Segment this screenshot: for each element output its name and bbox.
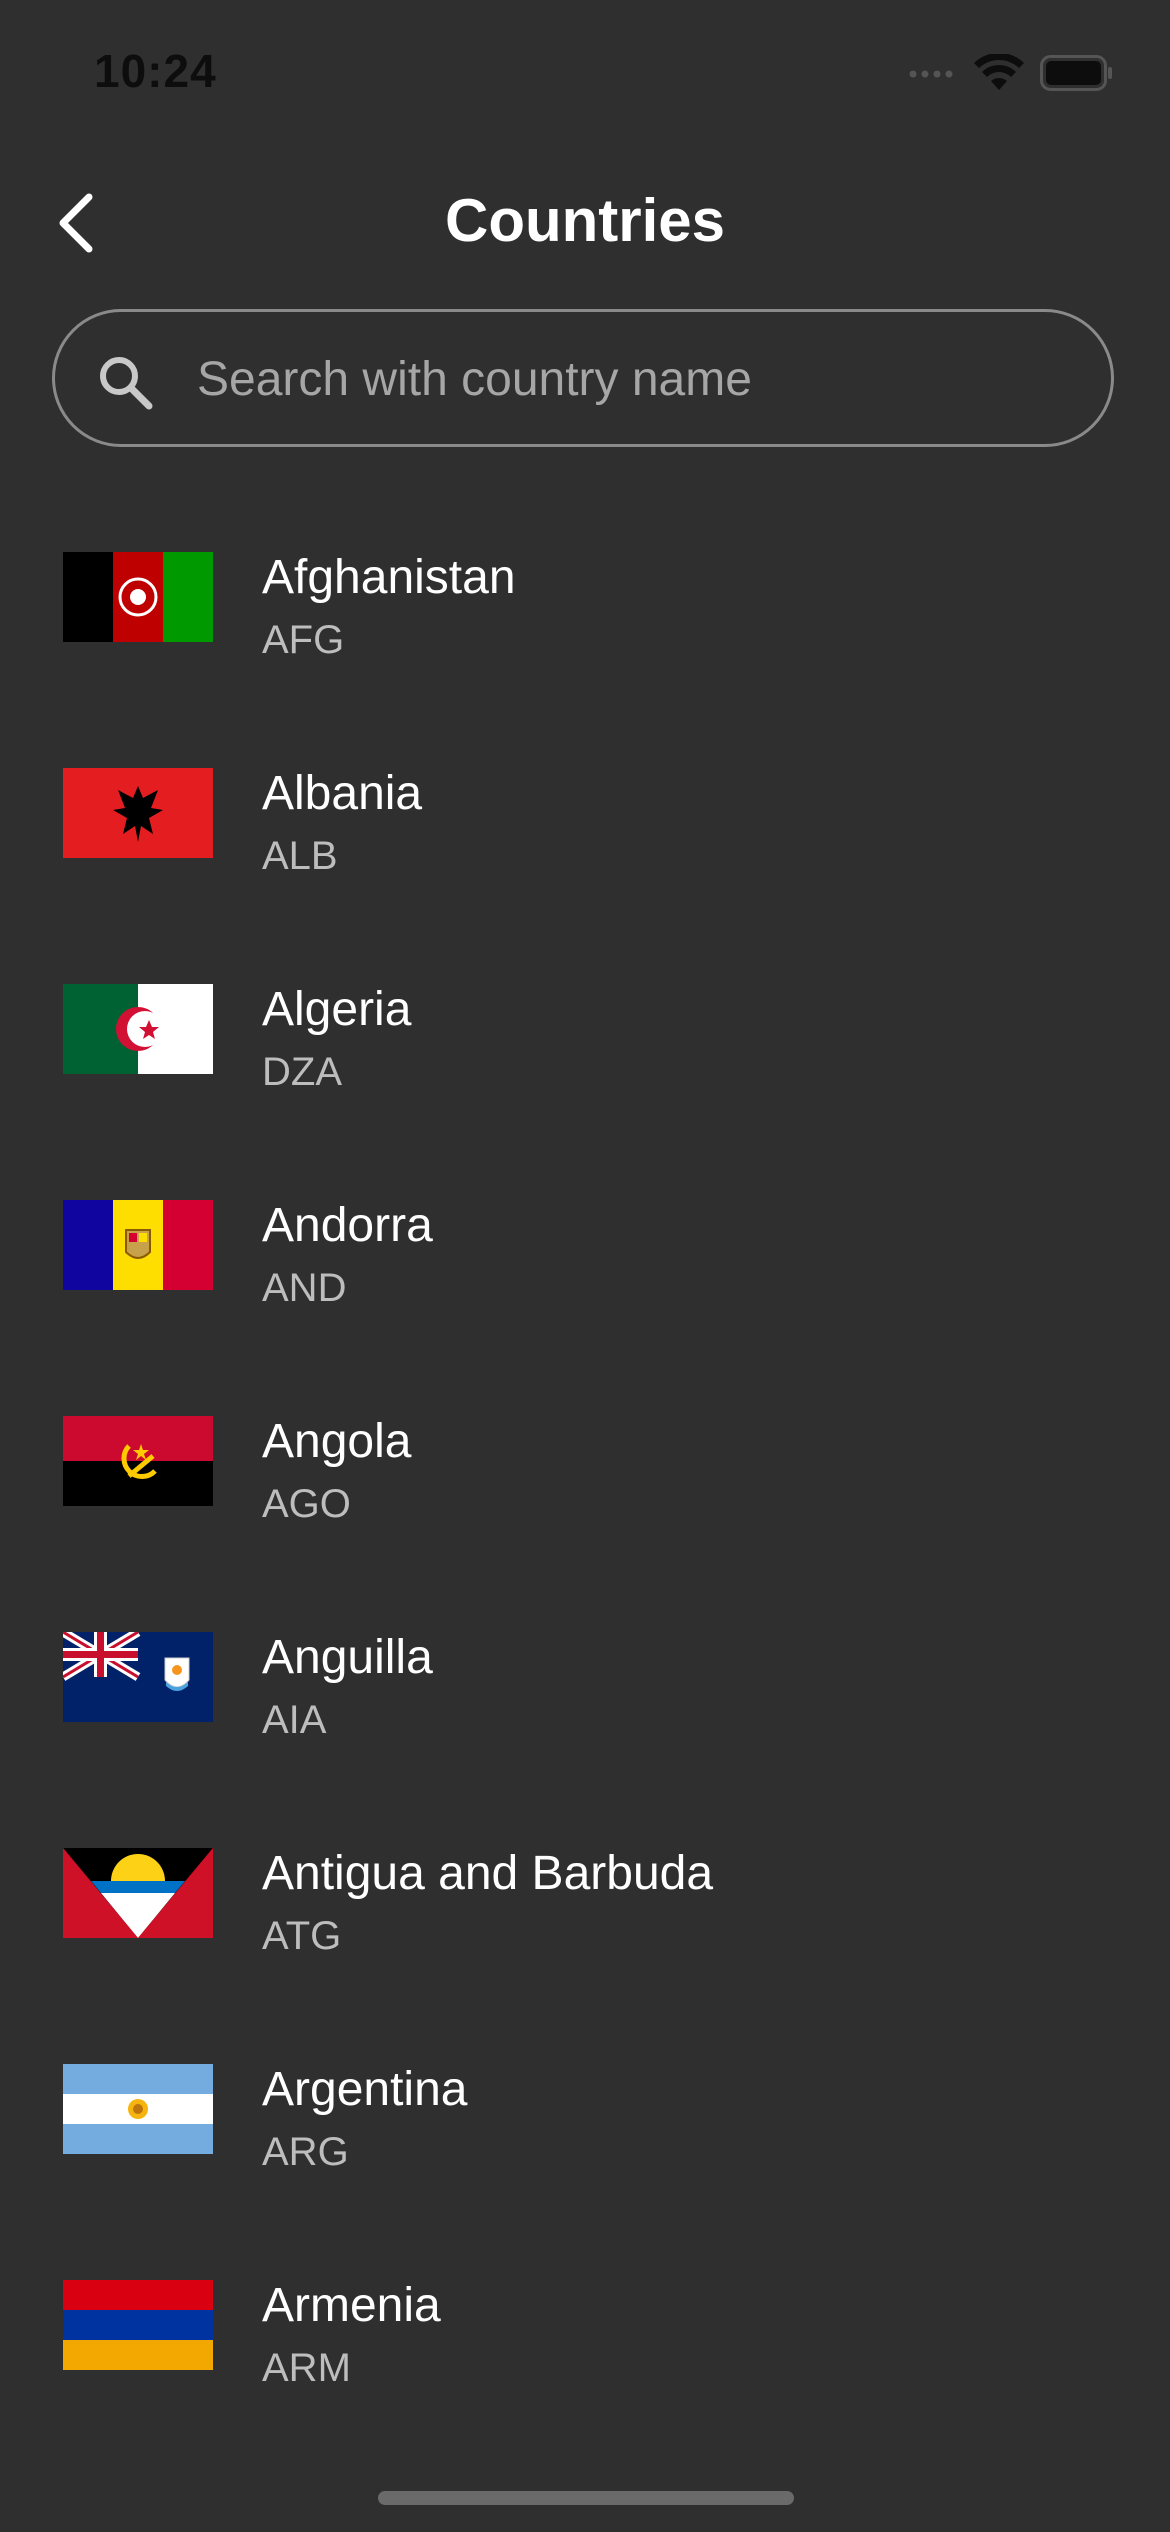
- search-icon: [95, 352, 155, 412]
- battery-icon: [1040, 54, 1114, 96]
- list-item[interactable]: Antigua and Barbuda ATG: [0, 1836, 1170, 2052]
- country-name: Algeria: [262, 983, 412, 1036]
- angola-flag-icon: [63, 1416, 213, 1506]
- country-name: Angola: [262, 1415, 412, 1468]
- status-time: 10:24: [94, 45, 217, 97]
- screen: 10:24 Countries Search with country name…: [0, 0, 1170, 2532]
- list-item[interactable]: Afghanistan AFG: [0, 540, 1170, 756]
- status-bar: 10:24: [0, 0, 1170, 140]
- country-code: AGO: [262, 1482, 351, 1526]
- country-code: ALB: [262, 834, 338, 878]
- country-list: Afghanistan AFG Albania ALB Algeria DZA …: [0, 540, 1170, 2484]
- country-name: Anguilla: [262, 1631, 433, 1684]
- armenia-flag-icon: [63, 2280, 213, 2370]
- country-name: Andorra: [262, 1199, 433, 1252]
- country-name: Argentina: [262, 2063, 468, 2116]
- search-box[interactable]: [52, 309, 1114, 447]
- afghanistan-flag-icon: [63, 552, 213, 642]
- wifi-icon: [974, 52, 1024, 97]
- status-icons: [908, 50, 1114, 100]
- country-code: AIA: [262, 1698, 327, 1742]
- country-name: Afghanistan: [262, 551, 516, 604]
- list-item[interactable]: Argentina ARG: [0, 2052, 1170, 2268]
- list-item[interactable]: Armenia ARM: [0, 2268, 1170, 2484]
- home-indicator: [378, 2491, 794, 2505]
- country-code: AFG: [262, 618, 345, 662]
- anguilla-flag-icon: [63, 1632, 213, 1722]
- header: Countries: [0, 160, 1170, 290]
- argentina-flag-icon: [63, 2064, 213, 2154]
- cellular-signal-icon: [908, 66, 958, 85]
- country-code: ATG: [262, 1914, 342, 1958]
- country-name: Armenia: [262, 2279, 441, 2332]
- list-item[interactable]: Algeria DZA: [0, 972, 1170, 1188]
- list-item[interactable]: Albania ALB: [0, 756, 1170, 972]
- list-item[interactable]: Andorra AND: [0, 1188, 1170, 1404]
- country-code: DZA: [262, 1050, 342, 1094]
- algeria-flag-icon: [63, 984, 213, 1074]
- country-code: AND: [262, 1266, 347, 1310]
- albania-flag-icon: [63, 768, 213, 858]
- country-code: ARM: [262, 2346, 351, 2390]
- country-code: ARG: [262, 2130, 349, 2174]
- page-title: Countries: [444, 187, 726, 254]
- andorra-flag-icon: [63, 1200, 213, 1290]
- search-input[interactable]: [195, 312, 1079, 446]
- antigua-and-barbuda-flag-icon: [63, 1848, 213, 1938]
- country-name: Antigua and Barbuda: [262, 1847, 714, 1900]
- list-item[interactable]: Angola AGO: [0, 1404, 1170, 1620]
- list-item[interactable]: Anguilla AIA: [0, 1620, 1170, 1836]
- country-name: Albania: [262, 767, 423, 820]
